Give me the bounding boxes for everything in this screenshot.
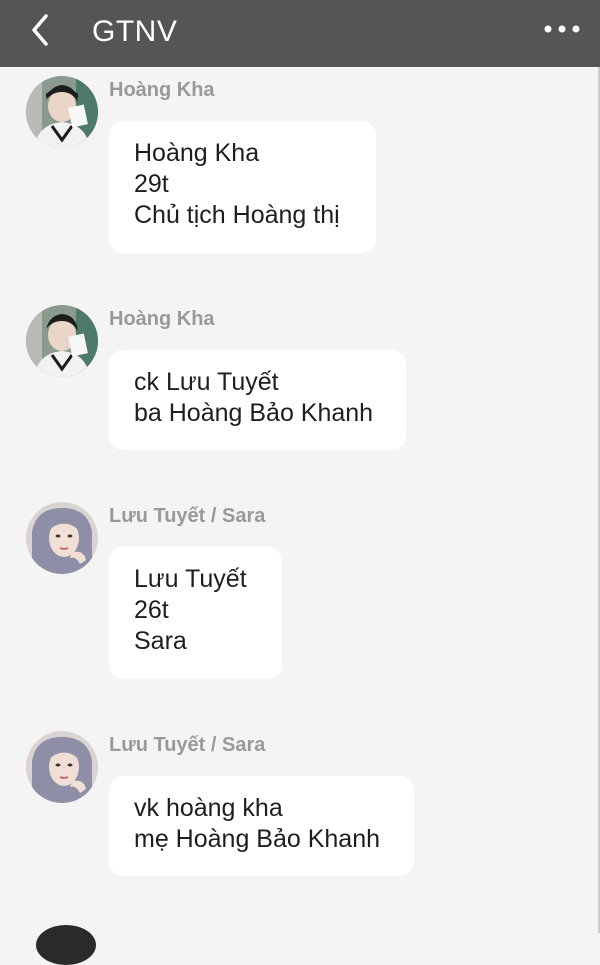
female-avatar[interactable] [26, 731, 98, 803]
avatar-partial[interactable] [36, 925, 96, 965]
sender-name: Hoàng Kha [109, 308, 215, 330]
message-bubble[interactable]: Lưu Tuyết 26t Sara [109, 547, 282, 679]
message-line: 26t [134, 596, 169, 624]
male-avatar[interactable] [26, 76, 98, 148]
message-line: mẹ Hoàng Bảo Khanh [134, 825, 381, 853]
message-line: ck Lưu Tuyết [134, 368, 279, 396]
female-avatar[interactable] [26, 502, 98, 574]
chevron-left-icon [32, 14, 48, 46]
message-line: Chủ tịch Hoàng thị [134, 201, 340, 229]
sender-name: Lưu Tuyết / Sara [109, 734, 266, 756]
message-line: Hoàng Kha [134, 139, 260, 167]
more-options-button[interactable] [542, 14, 582, 44]
message-line: ba Hoàng Bảo Khanh [134, 399, 374, 427]
message-bubble[interactable]: ck Lưu Tuyết ba Hoàng Bảo Khanh [109, 350, 406, 450]
message-bubble[interactable]: vk hoàng kha mẹ Hoàng Bảo Khanh [109, 776, 414, 876]
message-line: 29t [134, 170, 169, 198]
sender-name: Lưu Tuyết / Sara [109, 505, 266, 527]
male-avatar[interactable] [26, 305, 98, 377]
more-horizontal-icon [544, 25, 580, 33]
top-bar: GTNV [0, 0, 600, 67]
message-bubble[interactable]: Hoàng Kha 29t Chủ tịch Hoàng thị [109, 121, 376, 253]
message-line: vk hoàng kha [134, 794, 283, 822]
message-line: Sara [134, 627, 187, 655]
chat-title: GTNV [92, 15, 178, 48]
sender-name: Hoàng Kha [109, 79, 215, 101]
message-line: Lưu Tuyết [134, 565, 247, 593]
back-button[interactable] [20, 10, 60, 50]
